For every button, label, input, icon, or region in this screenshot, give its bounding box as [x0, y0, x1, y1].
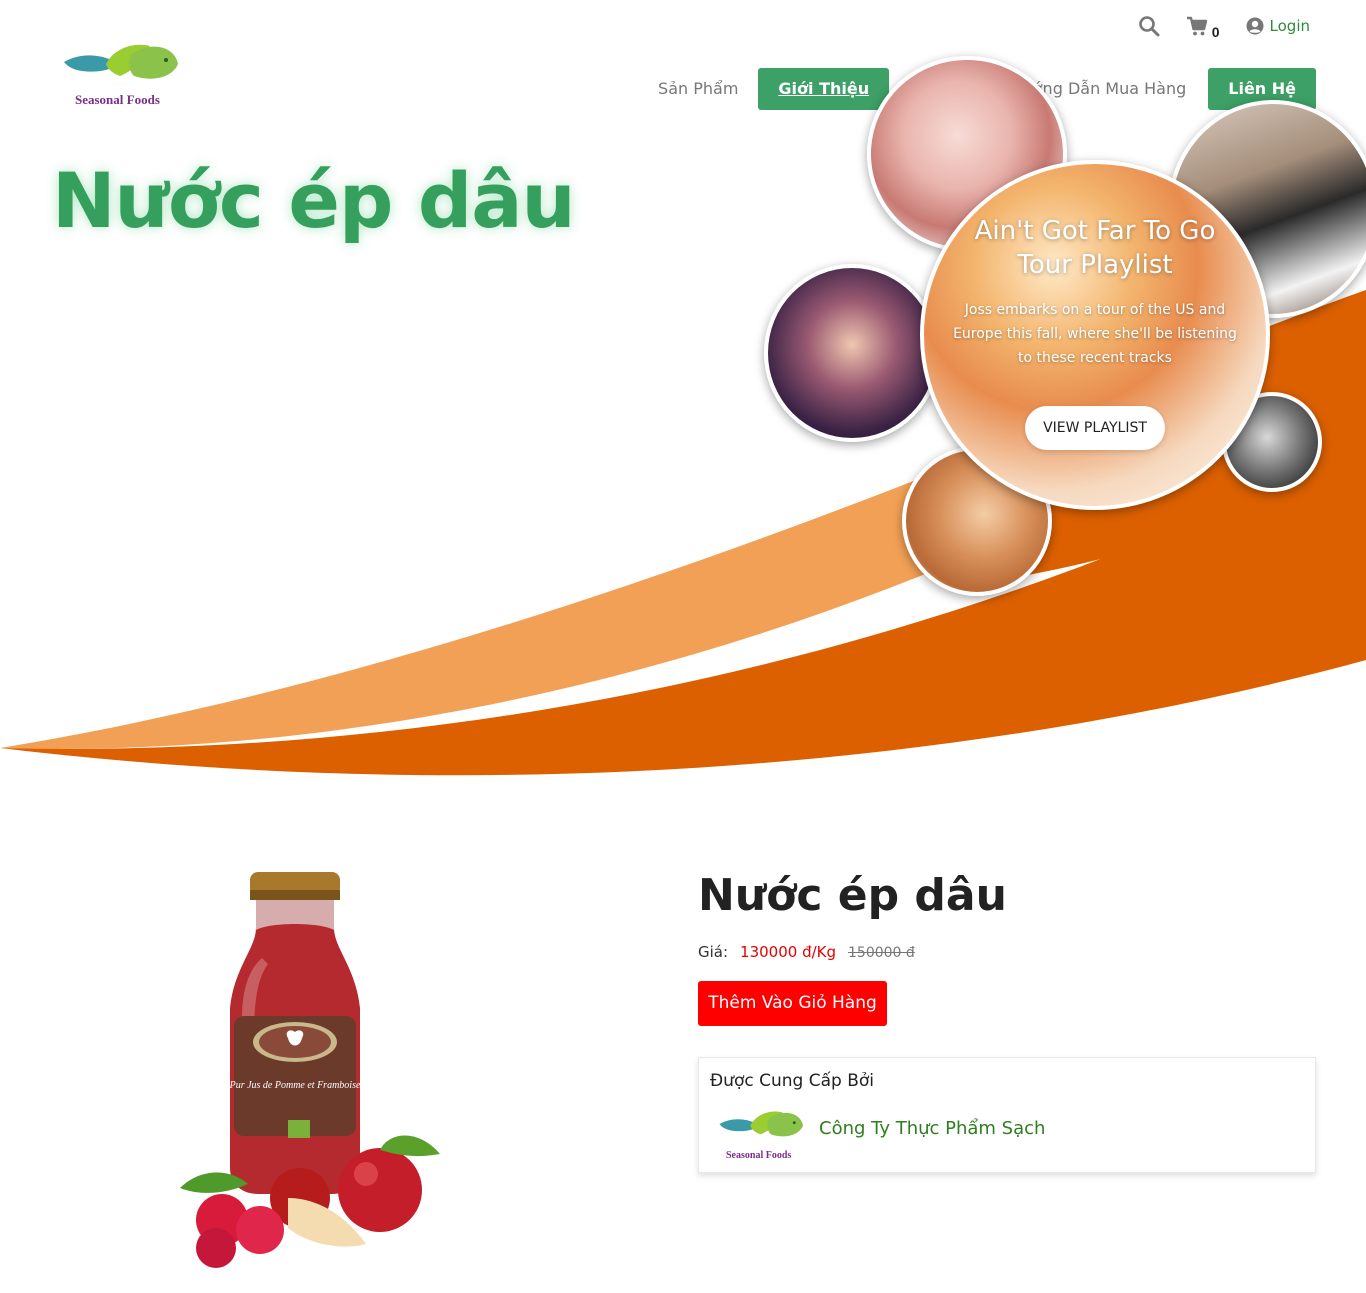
login-label: Login: [1269, 17, 1310, 35]
nav-item-san-pham[interactable]: Sản Phẩm: [638, 68, 758, 110]
featured-title: Ain't Got Far To Go Tour Playlist: [974, 216, 1216, 280]
supplier-name-link[interactable]: Công Ty Thực Phẩm Sạch: [819, 1118, 1045, 1139]
top-utility-bar: 0 Login: [1138, 12, 1310, 40]
cart-count-badge: 0: [1211, 24, 1220, 40]
hero-title: Nước ép dâu: [52, 156, 576, 245]
user-icon: [1246, 17, 1264, 35]
product-image: Pur Jus de Pomme et Framboise: [170, 868, 450, 1268]
featured-description: Joss embarks on a tour of the US and Eur…: [953, 302, 1237, 366]
nav-item-gioi-thieu[interactable]: Giới Thiệu: [758, 68, 890, 110]
price-row: Giá: 130000 đ/Kg 150000 đ: [698, 943, 915, 961]
supplier-brand: Seasonal Foods: [726, 1150, 792, 1161]
cart-icon: [1186, 15, 1208, 37]
bottle-label-text: Pur Jus de Pomme et Framboise: [229, 1080, 361, 1091]
old-price: 150000 đ: [848, 945, 915, 961]
add-to-cart-button[interactable]: Thêm Vào Giỏ Hàng: [698, 981, 887, 1026]
view-playlist-button[interactable]: VIEW PLAYLIST: [1025, 406, 1165, 450]
featured-playlist-card: Ain't Got Far To Go Tour Playlist Joss e…: [920, 160, 1270, 510]
supplier-card: Được Cung Cấp Bởi Seasonal Foods Công Ty…: [698, 1057, 1316, 1173]
login-link[interactable]: Login: [1246, 17, 1310, 35]
product-title: Nước ép dâu: [698, 870, 1007, 921]
gallery-photo-3[interactable]: [764, 264, 940, 442]
search-icon[interactable]: [1138, 15, 1160, 37]
price-label: Giá:: [698, 943, 729, 961]
supplier-heading: Được Cung Cấp Bởi: [710, 1071, 874, 1091]
brand-name: Seasonal Foods: [75, 92, 160, 107]
current-price: 130000 đ/Kg: [740, 943, 837, 961]
cart-button[interactable]: 0: [1186, 15, 1220, 40]
